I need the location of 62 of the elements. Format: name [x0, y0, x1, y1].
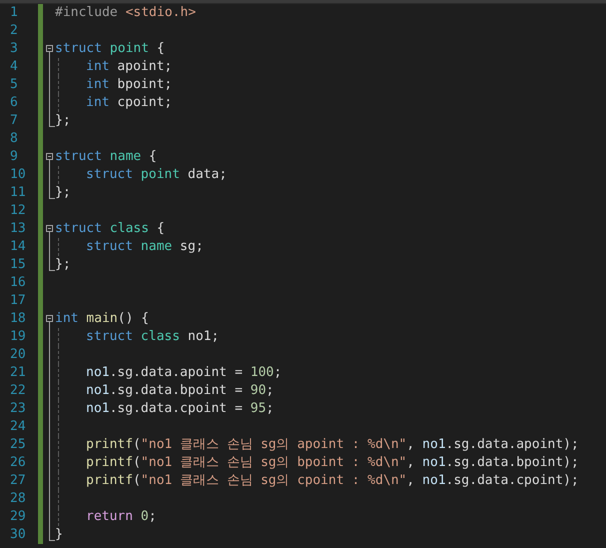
line-number: 26: [9, 454, 27, 472]
line-number: 28: [9, 490, 27, 508]
code-line: };: [55, 184, 71, 202]
line-number: 6: [9, 94, 19, 112]
code-line: #include <stdio.h>: [55, 4, 196, 22]
line-number: 4: [9, 58, 19, 76]
code-line: printf("no1 클래스 손님 sg의 apoint : %d\n", no1.sg.data.apoint);: [86, 436, 579, 454]
code-line: struct class {: [55, 220, 165, 238]
code-line: int bpoint;: [86, 76, 172, 94]
line-number: 5: [9, 76, 19, 94]
code-line: int main() {: [55, 310, 149, 328]
fold-end-line: [49, 256, 55, 271]
code-line: struct name {: [55, 148, 157, 166]
line-number: 23: [9, 400, 27, 418]
line-number: 20: [9, 346, 27, 364]
line-number: 13: [9, 220, 27, 238]
line-number: 11: [9, 184, 27, 202]
line-number: 10: [9, 166, 27, 184]
code-line: int apoint;: [86, 58, 172, 76]
code-line: no1.sg.data.bpoint = 90;: [86, 382, 274, 400]
line-number: 19: [9, 328, 27, 346]
line-number: 30: [9, 526, 27, 544]
fold-end-line: [49, 112, 55, 127]
collapse-icon[interactable]: [46, 225, 53, 232]
line-number: 27: [9, 472, 27, 490]
code-line: printf("no1 클래스 손님 sg의 cpoint : %d\n", no1.sg.data.cpoint);: [86, 472, 579, 490]
line-number: 18: [9, 310, 27, 328]
line-number: 8: [9, 130, 19, 148]
code-line: int cpoint;: [86, 94, 172, 112]
line-number: 25: [9, 436, 27, 454]
code-line: printf("no1 클래스 손님 sg의 bpoint : %d\n", no1.sg.data.bpoint);: [86, 454, 579, 472]
collapse-icon[interactable]: [46, 315, 53, 322]
line-number: 29: [9, 508, 27, 526]
line-number: 24: [9, 418, 27, 436]
code-line: struct name sg;: [86, 238, 204, 256]
code-line: }: [55, 526, 63, 544]
code-line: return 0;: [86, 508, 156, 526]
collapse-icon[interactable]: [46, 45, 53, 52]
line-number: 21: [9, 364, 27, 382]
line-number: 9: [9, 148, 19, 166]
indent-guide: [58, 166, 59, 184]
code-line: no1.sg.data.cpoint = 95;: [86, 400, 274, 418]
line-number: 17: [9, 292, 27, 310]
line-number: 1: [9, 4, 19, 22]
line-number: 7: [9, 112, 19, 130]
line-number: 12: [9, 202, 27, 220]
code-line: struct class no1;: [86, 328, 220, 346]
code-line: no1.sg.data.apoint = 100;: [86, 364, 282, 382]
collapse-icon[interactable]: [46, 153, 53, 160]
fold-end-line: [49, 526, 55, 541]
line-number: 22: [9, 382, 27, 400]
line-number: 3: [9, 40, 19, 58]
fold-end-line: [49, 184, 55, 199]
indent-guide: [58, 238, 59, 256]
code-line: struct point {: [55, 40, 165, 58]
code-line: };: [55, 112, 71, 130]
line-number: 15: [9, 256, 27, 274]
line-number: 2: [9, 22, 19, 40]
line-number: 16: [9, 274, 27, 292]
line-number: 14: [9, 238, 27, 256]
code-line: struct point data;: [86, 166, 227, 184]
code-line: };: [55, 256, 71, 274]
